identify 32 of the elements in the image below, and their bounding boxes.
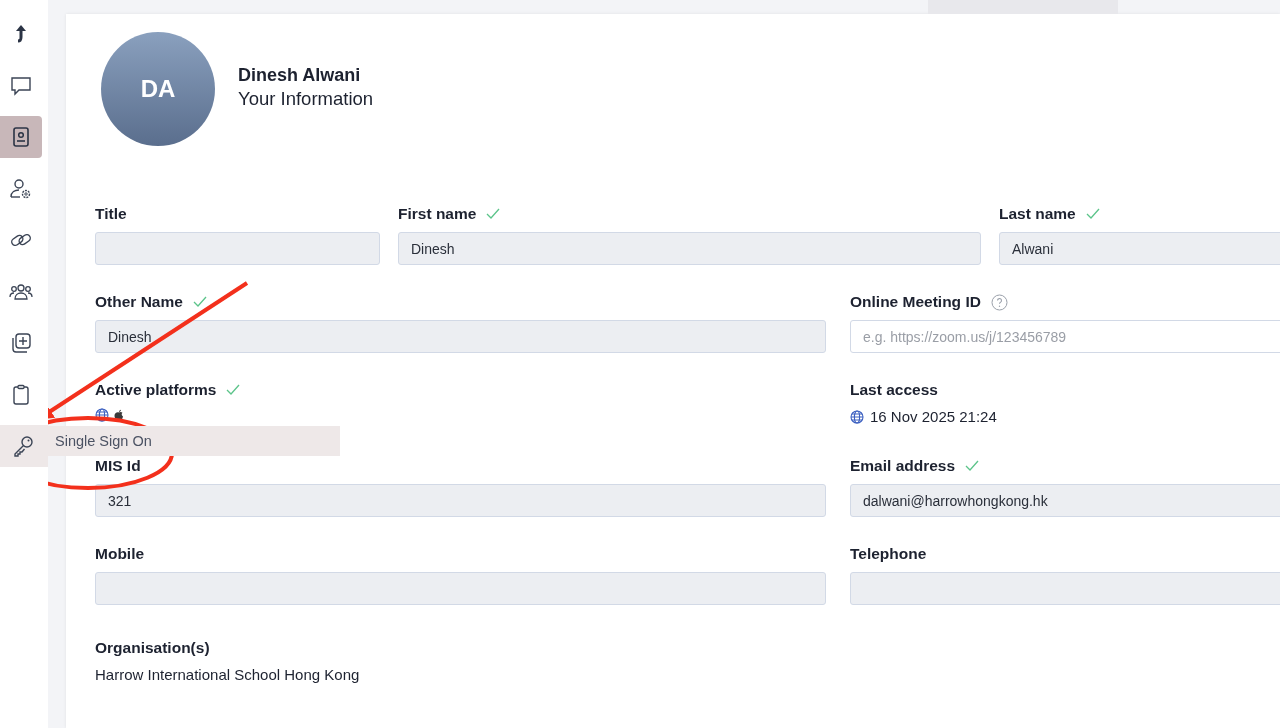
field-label: First name (398, 205, 477, 223)
input-field[interactable]: Alwani (999, 232, 1280, 265)
input-field[interactable]: Dinesh (95, 320, 826, 353)
field-label: Title (95, 205, 127, 223)
globe-icon (850, 409, 864, 424)
field-label: Mobile (95, 545, 145, 563)
organisation-name: Harrow International School Hong Kong (95, 666, 361, 683)
user-gear-icon (9, 176, 33, 201)
input-field[interactable] (95, 232, 380, 265)
field-label: MIS Id (95, 457, 141, 475)
globe-icon (95, 408, 109, 422)
tooltip: Single Sign On (48, 426, 340, 456)
input-field[interactable]: dalwani@harrowhongkong.hk (850, 484, 1280, 517)
input-field[interactable]: 321 (95, 484, 826, 517)
field-label: Other Name (95, 293, 183, 311)
field-label: Active platforms (95, 381, 217, 399)
field-label: Last name (999, 205, 1076, 223)
page-subtitle: Your Information (238, 88, 374, 110)
input-field[interactable] (95, 572, 826, 605)
field-label: Online Meeting ID (850, 293, 981, 311)
field-label: Organisation(s) (95, 639, 210, 657)
copy-plus-icon (9, 331, 33, 355)
key-icon (12, 434, 36, 458)
last-access-time: 16 Nov 2025 21:24 (870, 408, 997, 425)
input-field[interactable]: e.g. https://zoom.us/j/123456789 (850, 320, 1280, 353)
apple-icon (113, 408, 125, 422)
avatar: DA (101, 32, 215, 146)
field-label: Last access (850, 381, 938, 399)
input-field[interactable]: Dinesh (398, 232, 981, 265)
field-label: Email address (850, 457, 956, 475)
user-name: Dinesh Alwani (238, 65, 362, 86)
field-label: Telephone (850, 545, 927, 563)
